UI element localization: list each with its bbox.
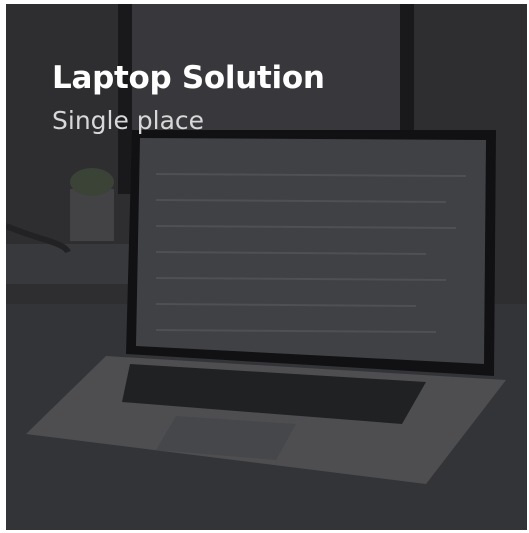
promo-card[interactable]: Laptop Solution Single place bbox=[6, 4, 527, 530]
card-title: Laptop Solution bbox=[52, 60, 325, 96]
card-subtitle: Single place bbox=[52, 106, 205, 135]
card-caption: Laptop Solution Single place bbox=[52, 59, 325, 138]
